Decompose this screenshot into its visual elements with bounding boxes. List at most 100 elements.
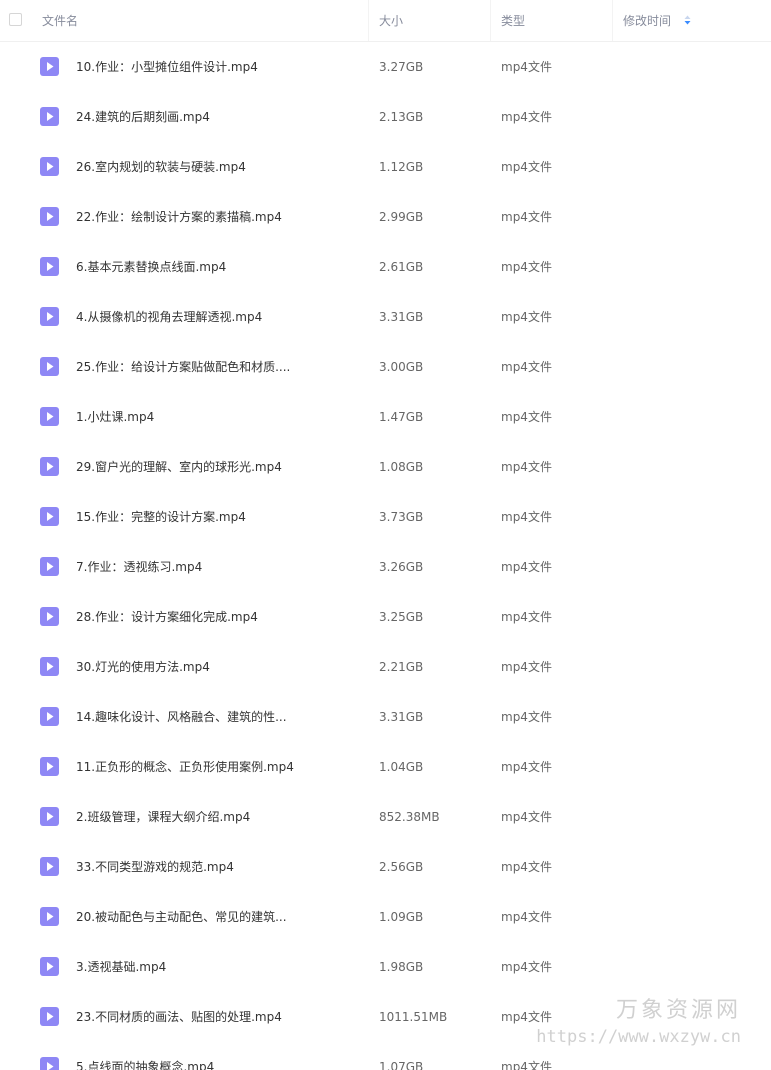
table-row[interactable]: 15.作业：完整的设计方案.mp4 3.73GB mp4文件: [0, 492, 771, 542]
video-file-icon: [40, 457, 59, 476]
file-type: mp4文件: [501, 760, 552, 774]
file-size: 1.07GB: [379, 1060, 424, 1070]
file-name[interactable]: 30.灯光的使用方法.mp4: [76, 642, 210, 693]
table-row[interactable]: 33.不同类型游戏的规范.mp4 2.56GB mp4文件: [0, 842, 771, 892]
file-type: mp4文件: [501, 860, 552, 874]
file-type: mp4文件: [501, 460, 552, 474]
video-file-icon: [40, 207, 59, 226]
table-row[interactable]: 11.正负形的概念、正负形使用案例.mp4 1.04GB mp4文件: [0, 742, 771, 792]
file-name[interactable]: 26.室内规划的软装与硬装.mp4: [76, 142, 246, 193]
file-size: 3.73GB: [379, 510, 424, 524]
file-type: mp4文件: [501, 210, 552, 224]
file-name[interactable]: 11.正负形的概念、正负形使用案例.mp4: [76, 742, 294, 793]
file-name[interactable]: 15.作业：完整的设计方案.mp4: [76, 492, 246, 543]
file-name[interactable]: 25.作业：给设计方案贴做配色和材质....: [76, 342, 290, 393]
file-rows: 10.作业：小型摊位组件设计.mp4 3.27GB mp4文件 24.建筑的后期刻画.…: [0, 42, 771, 1070]
table-row[interactable]: 10.作业：小型摊位组件设计.mp4 3.27GB mp4文件: [0, 42, 771, 92]
file-size: 3.25GB: [379, 610, 424, 624]
table-row[interactable]: 29.窗户光的理解、室内的球形光.mp4 1.08GB mp4文件: [0, 442, 771, 492]
file-type: mp4文件: [501, 1060, 552, 1070]
table-row[interactable]: 23.不同材质的画法、贴图的处理.mp4 1011.51MB mp4文件: [0, 992, 771, 1042]
table-row[interactable]: 14.趣味化设计、风格融合、建筑的性... 3.31GB mp4文件: [0, 692, 771, 742]
table-row[interactable]: 3.透视基础.mp4 1.98GB mp4文件: [0, 942, 771, 992]
file-name[interactable]: 5.点线面的抽象概念.mp4: [76, 1042, 214, 1070]
file-type: mp4文件: [501, 710, 552, 724]
file-type: mp4文件: [501, 560, 552, 574]
file-type: mp4文件: [501, 110, 552, 124]
file-size: 1.47GB: [379, 410, 424, 424]
sort-desc-icon[interactable]: [684, 0, 691, 42]
column-header-type-label: 类型: [501, 14, 526, 28]
file-name[interactable]: 23.不同材质的画法、贴图的处理.mp4: [76, 992, 282, 1043]
file-size: 1011.51MB: [379, 1010, 448, 1024]
file-size: 852.38MB: [379, 810, 440, 824]
video-file-icon: [40, 507, 59, 526]
file-type: mp4文件: [501, 60, 552, 74]
table-row[interactable]: 28.作业：设计方案细化完成.mp4 3.25GB mp4文件: [0, 592, 771, 642]
file-size: 2.61GB: [379, 260, 424, 274]
table-row[interactable]: 2.班级管理，课程大纲介绍.mp4 852.38MB mp4文件: [0, 792, 771, 842]
video-file-icon: [40, 407, 59, 426]
file-name[interactable]: 4.从摄像机的视角去理解透视.mp4: [76, 292, 262, 343]
table-row[interactable]: 25.作业：给设计方案贴做配色和材质.... 3.00GB mp4文件: [0, 342, 771, 392]
file-name[interactable]: 1.小灶课.mp4: [76, 392, 154, 443]
video-file-icon: [40, 307, 59, 326]
video-file-icon: [40, 57, 59, 76]
file-type: mp4文件: [501, 660, 552, 674]
file-size: 1.12GB: [379, 160, 424, 174]
file-size: 2.21GB: [379, 660, 424, 674]
file-name[interactable]: 7.作业：透视练习.mp4: [76, 542, 202, 593]
column-header-size[interactable]: 大小: [369, 0, 491, 41]
video-file-icon: [40, 1057, 59, 1070]
video-file-icon: [40, 957, 59, 976]
table-row[interactable]: 4.从摄像机的视角去理解透视.mp4 3.31GB mp4文件: [0, 292, 771, 342]
column-header-time-label: 修改时间: [623, 14, 672, 28]
file-name[interactable]: 10.作业：小型摊位组件设计.mp4: [76, 42, 258, 93]
table-row[interactable]: 30.灯光的使用方法.mp4 2.21GB mp4文件: [0, 642, 771, 692]
table-row[interactable]: 5.点线面的抽象概念.mp4 1.07GB mp4文件: [0, 1042, 771, 1070]
table-header: 文件名 大小 类型 修改时间: [0, 0, 771, 42]
column-header-type[interactable]: 类型: [491, 0, 613, 41]
video-file-icon: [40, 807, 59, 826]
file-type: mp4文件: [501, 510, 552, 524]
table-row[interactable]: 22.作业：绘制设计方案的素描稿.mp4 2.99GB mp4文件: [0, 192, 771, 242]
table-row[interactable]: 26.室内规划的软装与硬装.mp4 1.12GB mp4文件: [0, 142, 771, 192]
video-file-icon: [40, 707, 59, 726]
video-file-icon: [40, 157, 59, 176]
column-header-modified-time[interactable]: 修改时间: [613, 0, 763, 41]
file-size: 3.26GB: [379, 560, 424, 574]
file-name[interactable]: 20.被动配色与主动配色、常见的建筑...: [76, 892, 287, 943]
file-size: 1.98GB: [379, 960, 424, 974]
video-file-icon: [40, 757, 59, 776]
file-type: mp4文件: [501, 260, 552, 274]
file-name[interactable]: 22.作业：绘制设计方案的素描稿.mp4: [76, 192, 282, 243]
table-row[interactable]: 7.作业：透视练习.mp4 3.26GB mp4文件: [0, 542, 771, 592]
file-size: 3.27GB: [379, 60, 424, 74]
video-file-icon: [40, 607, 59, 626]
table-row[interactable]: 6.基本元素替换点线面.mp4 2.61GB mp4文件: [0, 242, 771, 292]
file-size: 3.31GB: [379, 310, 424, 324]
table-row[interactable]: 1.小灶课.mp4 1.47GB mp4文件: [0, 392, 771, 442]
file-name[interactable]: 29.窗户光的理解、室内的球形光.mp4: [76, 442, 282, 493]
table-row[interactable]: 20.被动配色与主动配色、常见的建筑... 1.09GB mp4文件: [0, 892, 771, 942]
video-file-icon: [40, 907, 59, 926]
file-name[interactable]: 14.趣味化设计、风格融合、建筑的性...: [76, 692, 287, 743]
file-name[interactable]: 24.建筑的后期刻画.mp4: [76, 92, 210, 143]
file-name[interactable]: 3.透视基础.mp4: [76, 942, 166, 993]
file-list-table: 文件名 大小 类型 修改时间 10.作业：小型摊位组件设计.mp4 3.27GB m…: [0, 0, 771, 1070]
file-name[interactable]: 2.班级管理，课程大纲介绍.mp4: [76, 792, 250, 843]
video-file-icon: [40, 257, 59, 276]
table-row[interactable]: 24.建筑的后期刻画.mp4 2.13GB mp4文件: [0, 92, 771, 142]
file-name[interactable]: 6.基本元素替换点线面.mp4: [76, 242, 226, 293]
file-type: mp4文件: [501, 960, 552, 974]
file-size: 2.99GB: [379, 210, 424, 224]
video-file-icon: [40, 357, 59, 376]
file-type: mp4文件: [501, 310, 552, 324]
file-size: 1.09GB: [379, 910, 424, 924]
column-header-name[interactable]: 文件名: [0, 0, 369, 41]
file-type: mp4文件: [501, 610, 552, 624]
file-name[interactable]: 33.不同类型游戏的规范.mp4: [76, 842, 234, 893]
file-size: 1.08GB: [379, 460, 424, 474]
file-name[interactable]: 28.作业：设计方案细化完成.mp4: [76, 592, 258, 643]
video-file-icon: [40, 557, 59, 576]
